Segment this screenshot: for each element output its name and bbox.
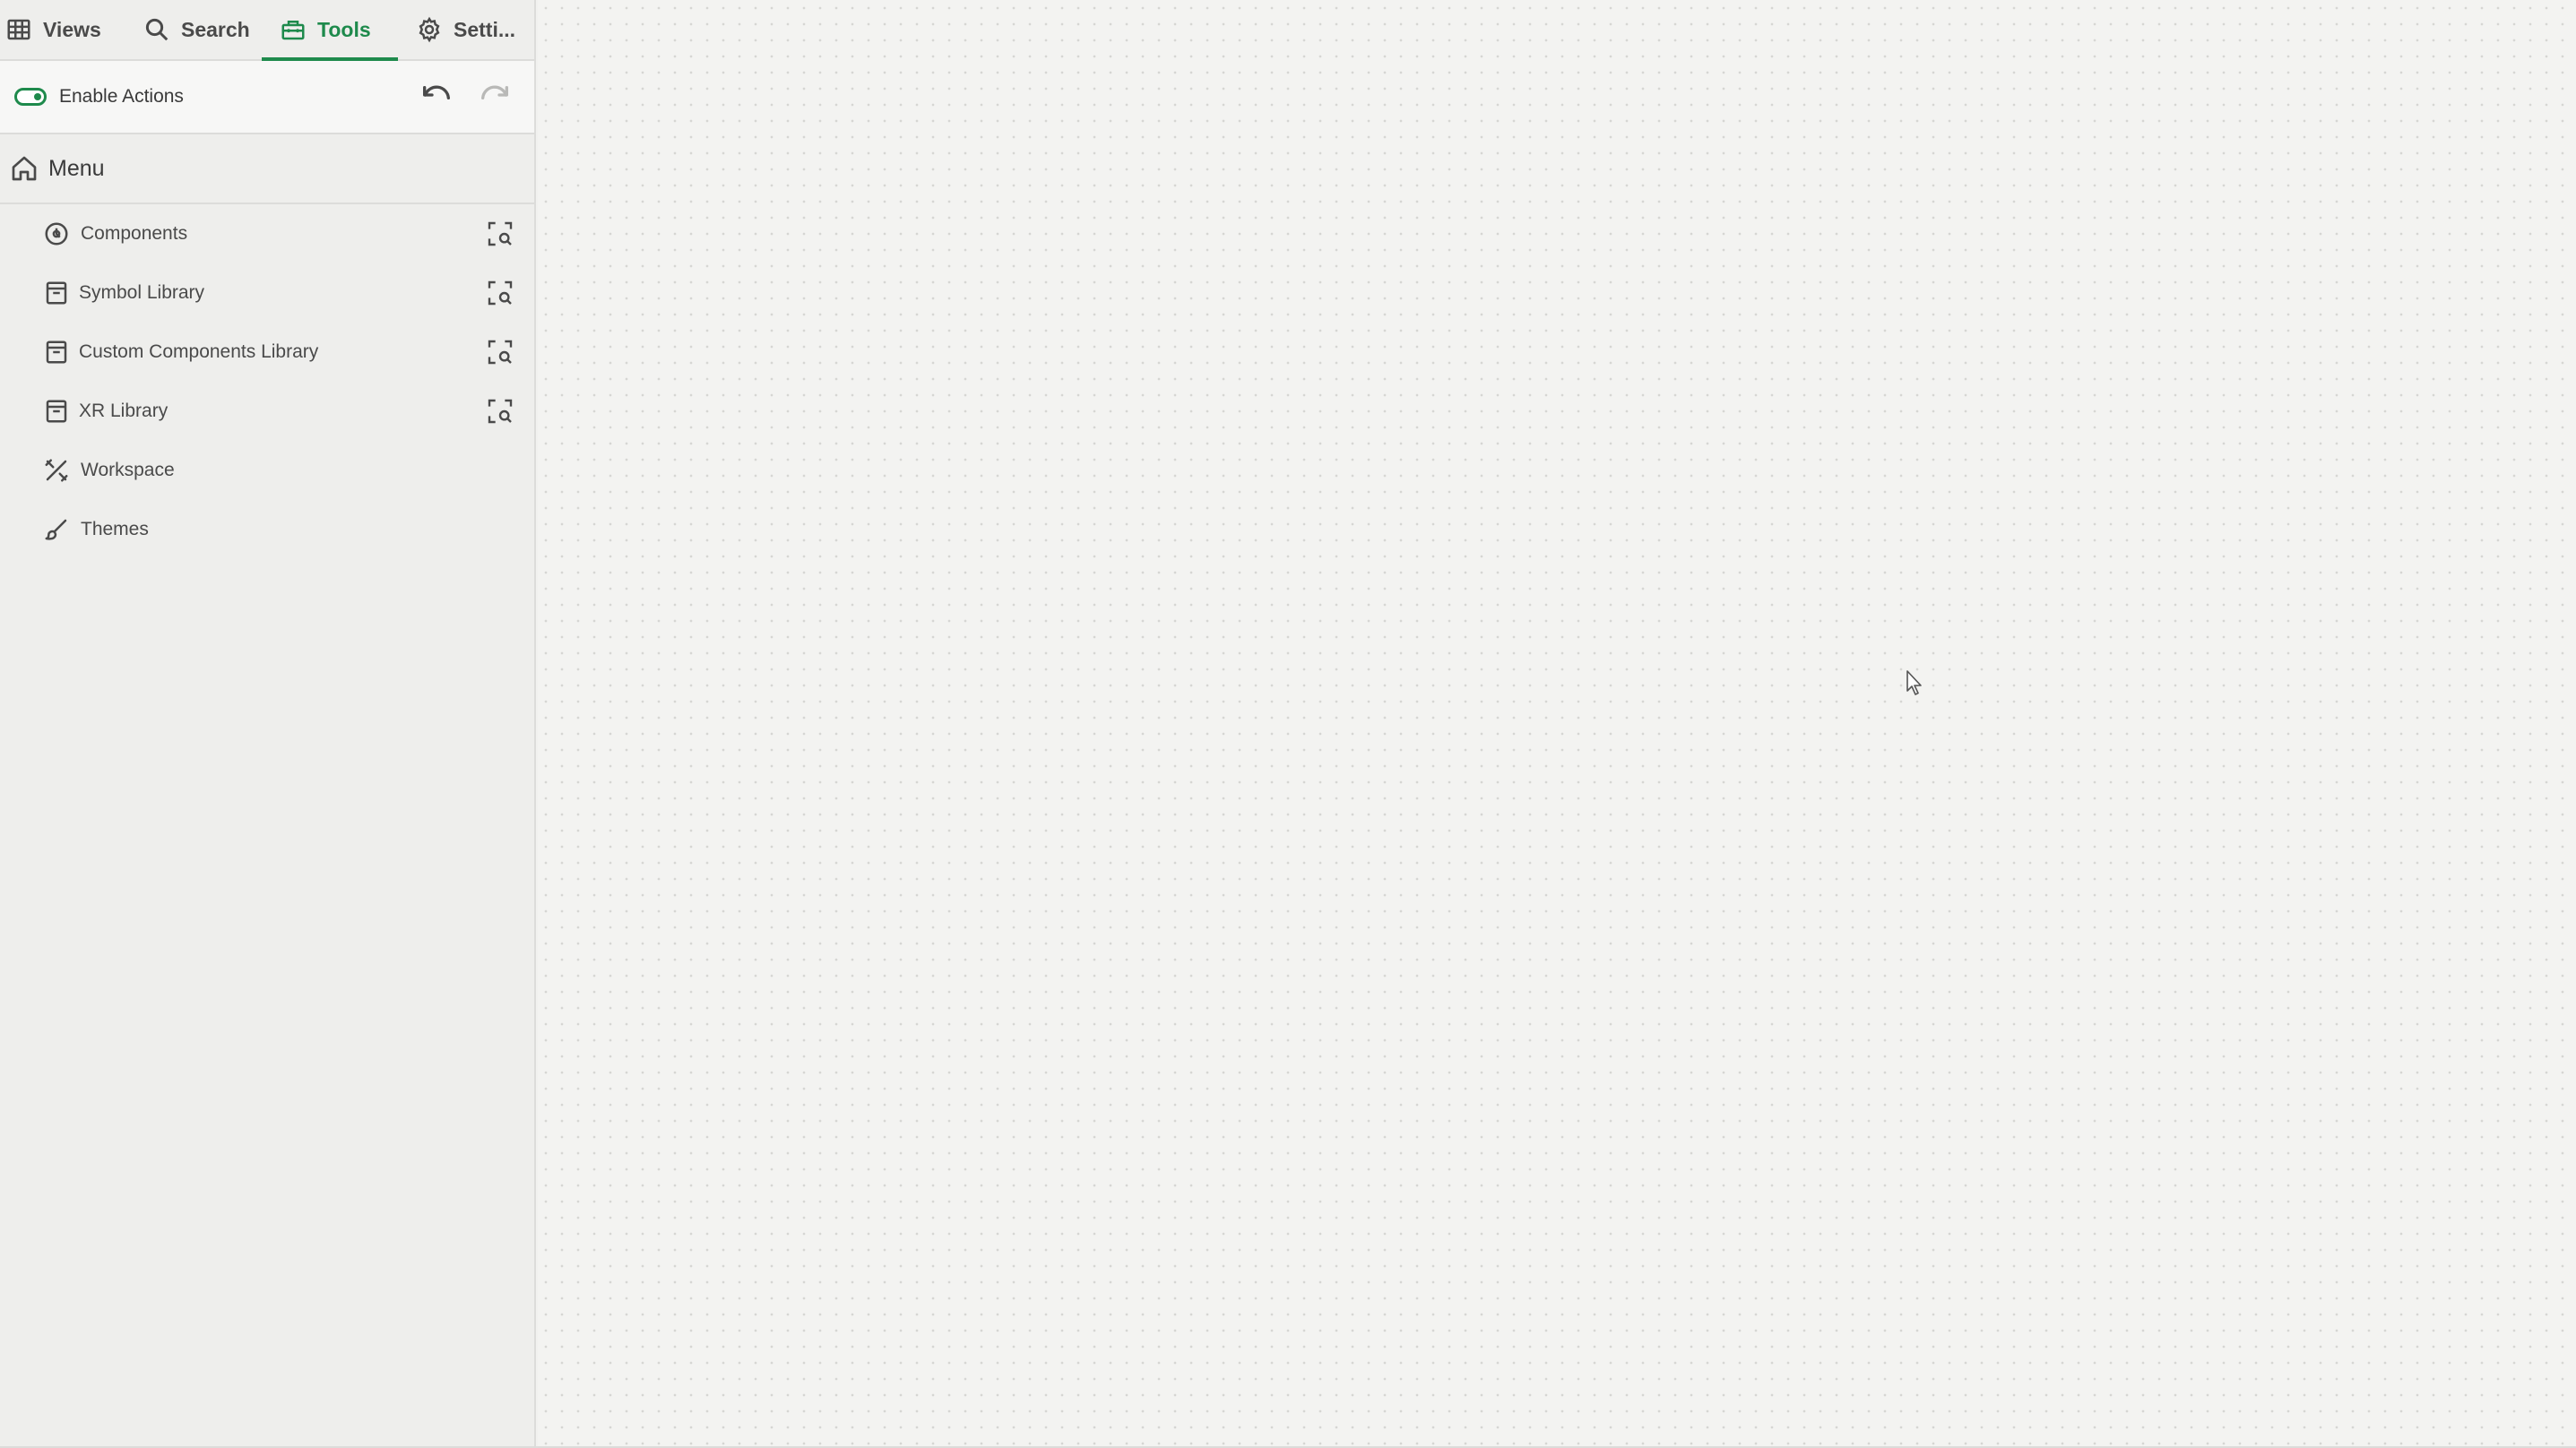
redo-icon xyxy=(477,80,513,115)
components-icon xyxy=(41,219,72,249)
home-icon xyxy=(9,153,39,184)
menu-item-label: XR Library xyxy=(79,401,169,421)
tab-views[interactable]: Views xyxy=(0,0,136,59)
tab-label: Search xyxy=(181,17,250,41)
undo-button[interactable] xyxy=(417,79,456,115)
toolbox-icon xyxy=(278,14,308,45)
design-canvas[interactable] xyxy=(538,0,2576,1448)
brush-icon xyxy=(41,514,72,545)
menu-item-label: Workspace xyxy=(81,460,175,480)
menu-item-themes[interactable]: Themes xyxy=(0,500,534,559)
tab-label: Setti... xyxy=(454,17,516,41)
tab-label: Views xyxy=(43,17,101,41)
menu-item-custom-components-library[interactable]: Custom Components Library xyxy=(0,323,534,382)
gear-icon xyxy=(414,14,445,45)
focus-search-icon[interactable] xyxy=(484,336,516,368)
grid-icon xyxy=(4,14,34,45)
menu-item-components[interactable]: Components xyxy=(0,204,534,263)
tab-settings[interactable]: Setti... xyxy=(398,0,536,59)
tab-search[interactable]: Search xyxy=(136,0,262,59)
mouse-cursor-icon xyxy=(1906,670,1922,695)
focus-search-icon[interactable] xyxy=(484,395,516,427)
search-icon xyxy=(142,14,172,45)
menu-list: Components Symbol Library Custom Compone… xyxy=(0,204,534,559)
tab-bar: Views Search Tools Setti... xyxy=(0,0,536,61)
menu-item-label: Custom Components Library xyxy=(79,341,319,362)
library-icon xyxy=(41,337,72,367)
menu-item-label: Themes xyxy=(81,519,149,539)
actions-bar: Enable Actions xyxy=(0,61,534,134)
tab-tools[interactable]: Tools xyxy=(262,0,398,61)
sidebar: Views Search Tools Setti... Enable Actio… xyxy=(0,0,536,1448)
menu-item-label: Symbol Library xyxy=(79,282,205,303)
tab-label: Tools xyxy=(317,17,371,41)
enable-actions-toggle[interactable] xyxy=(14,88,47,106)
menu-item-label: Components xyxy=(81,223,188,244)
focus-search-icon[interactable] xyxy=(484,218,516,250)
library-icon xyxy=(41,278,72,308)
enable-actions-label: Enable Actions xyxy=(59,86,184,107)
workspace-tools-icon xyxy=(41,455,72,486)
menu-header[interactable]: Menu xyxy=(0,134,534,204)
redo-button[interactable] xyxy=(475,79,514,115)
menu-item-xr-library[interactable]: XR Library xyxy=(0,382,534,441)
menu-title: Menu xyxy=(48,155,105,181)
menu-item-workspace[interactable]: Workspace xyxy=(0,441,534,500)
menu-item-symbol-library[interactable]: Symbol Library xyxy=(0,263,534,323)
undo-icon xyxy=(419,80,454,115)
focus-search-icon[interactable] xyxy=(484,277,516,309)
library-icon xyxy=(41,396,72,427)
